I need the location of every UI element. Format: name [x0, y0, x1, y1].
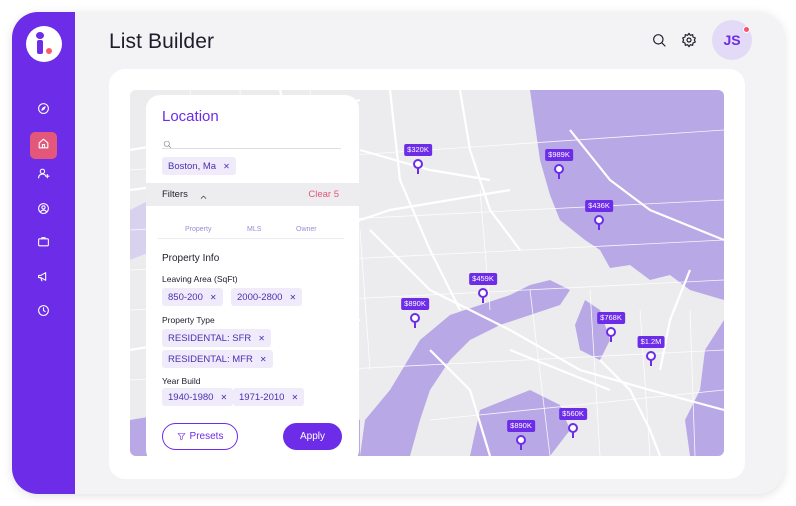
remove-chip-icon[interactable]: ✕ [258, 334, 265, 343]
page-title: List Builder [109, 30, 215, 53]
compass-icon [37, 102, 50, 120]
search-icon[interactable] [651, 32, 667, 48]
price-pin[interactable]: $890K [507, 420, 535, 450]
clock-icon [37, 304, 50, 322]
sidebar-item-portfolio[interactable] [30, 230, 57, 257]
presets-button[interactable]: Presets [162, 423, 238, 450]
section-title: Property Info [162, 253, 220, 264]
filter-icon [177, 433, 186, 441]
price-pin[interactable]: $890K [401, 298, 429, 328]
sidebar-item-campaigns[interactable] [30, 265, 57, 292]
year-build-label: Year Build [162, 376, 201, 386]
year-build-chip[interactable]: 1940-1980 ✕ [162, 388, 234, 406]
megaphone-icon [37, 270, 50, 288]
sidebar-item-explore[interactable] [30, 97, 57, 124]
living-area-chip[interactable]: 850-200 ✕ [162, 288, 223, 306]
living-area-label: Leaving Area (SqFt) [162, 274, 238, 284]
filters-header[interactable]: Filters Clear 5 [146, 183, 359, 206]
property-type-chip[interactable]: RESIDENTAL: SFR ✕ [162, 329, 271, 347]
remove-chip-icon[interactable]: ✕ [210, 293, 217, 302]
app-frame: List Builder JS $320K $989K $436K $459K … [12, 12, 784, 494]
sidebar [12, 12, 75, 494]
sidebar-item-add-user[interactable] [30, 162, 57, 189]
tab-property[interactable]: Property [185, 226, 211, 233]
sidebar-item-history[interactable] [30, 299, 57, 326]
gear-icon[interactable] [681, 32, 697, 48]
price-pin[interactable]: $459K [469, 273, 497, 303]
remove-chip-icon[interactable]: ✕ [220, 393, 227, 402]
chevron-up-icon [199, 189, 208, 199]
apply-button[interactable]: Apply [283, 423, 342, 450]
remove-chip-icon[interactable]: ✕ [223, 162, 230, 171]
tab-divider [158, 238, 344, 239]
briefcase-icon [37, 235, 50, 253]
tab-mls[interactable]: MLS [247, 226, 261, 233]
panel-title: Location [162, 108, 219, 125]
user-circle-icon [37, 202, 50, 220]
location-chip[interactable]: Boston, Ma ✕ [162, 157, 236, 175]
property-type-label: Property Type [162, 315, 215, 325]
price-pin[interactable]: $320K [404, 144, 432, 174]
add-user-icon [37, 167, 50, 185]
filter-panel: Location Boston, Ma ✕ Filters Clear 5 Pro… [146, 95, 359, 464]
home-icon [37, 137, 50, 155]
property-type-chip[interactable]: RESIDENTAL: MFR ✕ [162, 350, 273, 368]
price-pin[interactable]: $768K [597, 312, 625, 342]
tab-owner[interactable]: Owner [296, 226, 317, 233]
price-pin[interactable]: $1.2M [637, 336, 665, 366]
price-pin[interactable]: $560K [559, 408, 587, 438]
app-logo[interactable] [26, 26, 62, 62]
location-search-input[interactable] [162, 148, 341, 149]
remove-chip-icon[interactable]: ✕ [260, 355, 267, 364]
sidebar-item-home[interactable] [30, 132, 57, 159]
sidebar-item-profile[interactable] [30, 197, 57, 224]
remove-chip-icon[interactable]: ✕ [289, 293, 296, 302]
search-icon [163, 136, 172, 149]
clear-filters-button[interactable]: Clear 5 [308, 189, 339, 200]
price-pin[interactable]: $436K [585, 200, 613, 230]
year-build-chip[interactable]: 1971-2010 ✕ [233, 388, 305, 406]
living-area-chip[interactable]: 2000-2800 ✕ [231, 288, 303, 306]
notification-dot [743, 26, 750, 33]
price-pin[interactable]: $989K [545, 149, 573, 179]
remove-chip-icon[interactable]: ✕ [291, 393, 298, 402]
